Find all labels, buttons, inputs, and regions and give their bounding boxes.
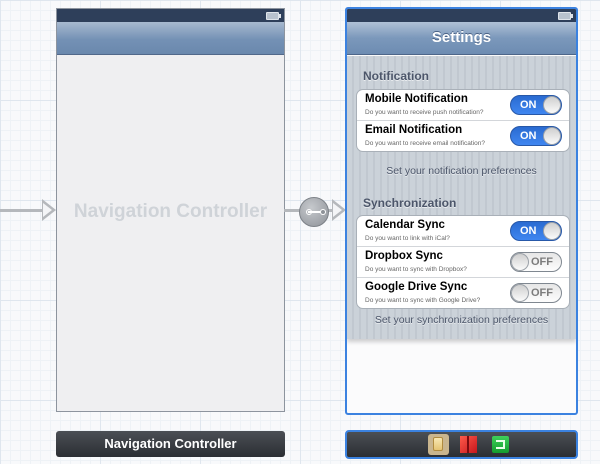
battery-icon <box>558 12 573 20</box>
section-footer-synchronization: Set your synchronization preferences <box>374 314 549 326</box>
cell-subtitle: Do you want to sync with Dropbox? <box>365 266 467 273</box>
dropbox-sync-switch[interactable]: OFF <box>510 252 562 272</box>
segue-arrow-icon <box>332 199 346 221</box>
email-notification-switch[interactable]: ON <box>510 126 562 146</box>
cell-subtitle: Do you want to sync with Google Drive? <box>365 297 481 304</box>
navigation-canvas <box>57 55 284 411</box>
view-controller-icon[interactable] <box>428 434 449 455</box>
switch-knob <box>543 96 561 114</box>
table-row[interactable]: Google Drive Sync Do you want to sync wi… <box>357 277 569 308</box>
cell-subtitle: Do you want to link with iCal? <box>365 235 450 242</box>
navigation-bar <box>57 22 284 55</box>
relationship-segue-icon[interactable] <box>299 197 329 227</box>
navigation-controller-scene[interactable]: Navigation Controller <box>56 8 285 412</box>
switch-knob <box>543 127 561 145</box>
status-bar <box>57 9 284 22</box>
cell-title: Calendar Sync <box>365 219 445 231</box>
switch-label: ON <box>520 225 537 237</box>
switch-knob <box>543 222 561 240</box>
status-bar <box>347 9 576 22</box>
switch-label: ON <box>520 130 537 142</box>
google-drive-sync-switch[interactable]: OFF <box>510 283 562 303</box>
navigation-controller-dock[interactable]: Navigation Controller <box>56 431 285 457</box>
exit-icon[interactable] <box>492 436 509 453</box>
navigation-bar: Settings <box>347 22 576 55</box>
section-header-synchronization: Synchronization <box>363 196 457 210</box>
synchronization-group: Calendar Sync Do you want to link with i… <box>356 215 570 309</box>
initial-scene-arrow-icon <box>42 199 56 221</box>
settings-table-view[interactable]: Notification Mobile Notification Do you … <box>347 56 576 339</box>
section-header-notification: Notification <box>363 69 429 83</box>
cell-subtitle: Do you want to receive push notification… <box>365 109 484 116</box>
table-row[interactable]: Mobile Notification Do you want to recei… <box>357 90 569 120</box>
table-row[interactable]: Calendar Sync Do you want to link with i… <box>357 216 569 246</box>
table-row[interactable]: Dropbox Sync Do you want to sync with Dr… <box>357 246 569 277</box>
cell-subtitle: Do you want to receive email notificatio… <box>365 140 485 147</box>
table-row[interactable]: Email Notification Do you want to receiv… <box>357 120 569 151</box>
cell-title: Mobile Notification <box>365 93 468 105</box>
switch-label: ON <box>520 99 537 111</box>
cell-title: Google Drive Sync <box>365 281 468 293</box>
cell-title: Email Notification <box>365 124 463 136</box>
settings-scene-dock[interactable] <box>345 430 578 459</box>
mobile-notification-switch[interactable]: ON <box>510 95 562 115</box>
initial-scene-arrow-line <box>0 209 44 212</box>
calendar-sync-switch[interactable]: ON <box>510 221 562 241</box>
switch-knob <box>511 253 529 271</box>
battery-icon <box>266 12 281 20</box>
navigation-title: Settings <box>431 29 492 46</box>
switch-label: OFF <box>531 287 553 299</box>
first-responder-icon[interactable] <box>460 436 477 453</box>
navigation-controller-placeholder: Navigation Controller <box>73 201 268 222</box>
switch-knob <box>511 284 529 302</box>
section-footer-notification: Set your notification preferences <box>386 165 537 177</box>
switch-label: OFF <box>531 256 553 268</box>
settings-scene[interactable]: Settings Notification Mobile Notificatio… <box>345 7 578 415</box>
cell-title: Dropbox Sync <box>365 250 443 262</box>
notification-group: Mobile Notification Do you want to recei… <box>356 89 570 152</box>
